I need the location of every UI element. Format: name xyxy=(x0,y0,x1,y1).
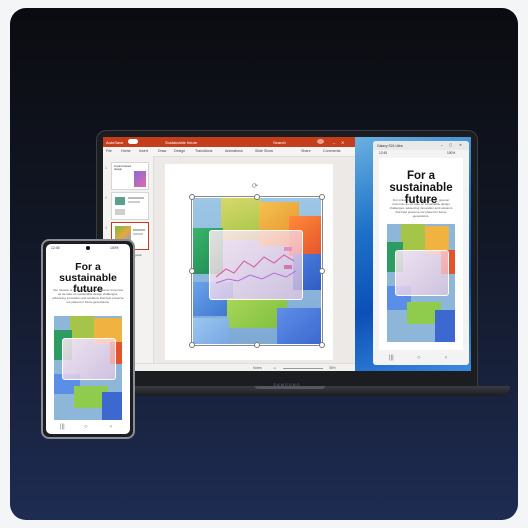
slide-number: 3 xyxy=(105,226,107,230)
artwork-block xyxy=(435,310,455,342)
resize-handle[interactable] xyxy=(189,342,195,348)
close-icon[interactable]: ✕ xyxy=(341,140,344,145)
slide-canvas[interactable]: ⟳ xyxy=(165,164,333,360)
tab-animations[interactable]: Animations xyxy=(225,149,243,153)
autosave-label: AutoSave xyxy=(106,140,124,145)
slide-thumbnail-2[interactable] xyxy=(111,192,149,220)
laptop: AutoSave Sustainable future Search – ✕ F… xyxy=(96,130,478,390)
tab-insert[interactable]: Insert xyxy=(139,149,148,153)
laptop-notch xyxy=(255,386,325,389)
slide-number: 1 xyxy=(105,166,107,170)
zoom-level[interactable]: 58% xyxy=(329,366,336,370)
rotate-icon[interactable]: ⟳ xyxy=(252,182,258,190)
tab-slide-show[interactable]: Slide Show xyxy=(255,149,273,153)
powerpoint-window: AutoSave Sustainable future Search – ✕ F… xyxy=(103,137,355,371)
phone-body-text: Our mission is to create a cleaner, gree… xyxy=(52,288,124,304)
notes-button[interactable]: Notes xyxy=(253,366,262,370)
home-icon[interactable]: ○ xyxy=(417,355,421,361)
tab-design[interactable]: Design xyxy=(174,149,185,153)
thumbnail-image xyxy=(115,197,125,205)
normal-view-icon[interactable]: ▭ xyxy=(273,366,276,370)
mirror-status-bar: 12:45 100% xyxy=(373,150,469,156)
artwork-block xyxy=(70,316,94,340)
minimize-icon[interactable]: – xyxy=(441,143,443,147)
thumbnail-title: Impact-based design xyxy=(114,164,131,172)
laptop-screen: AutoSave Sustainable future Search – ✕ F… xyxy=(103,137,471,371)
maximize-icon[interactable]: ▢ xyxy=(449,143,452,147)
zoom-slider[interactable] xyxy=(283,368,323,369)
laptop-base xyxy=(70,386,510,396)
autosave-toggle[interactable] xyxy=(128,139,138,144)
tab-home[interactable]: Home xyxy=(121,149,131,153)
recents-icon[interactable]: ||| xyxy=(60,424,65,430)
hero-card: AutoSave Sustainable future Search – ✕ F… xyxy=(10,8,518,520)
mirror-artwork-image xyxy=(387,224,455,342)
home-icon[interactable]: ○ xyxy=(84,424,88,430)
phone: 12:45 100% For a sustainable future Our … xyxy=(41,239,135,439)
battery-level: 100% xyxy=(447,151,456,155)
status-time: 12:45 xyxy=(379,151,387,155)
mirror-body-text: Our mission is to create a cleaner, gree… xyxy=(389,198,453,218)
mirror-nav-bar: ||| ○ ‹ xyxy=(373,353,469,365)
battery-level: 100% xyxy=(110,246,119,250)
tab-draw[interactable]: Draw xyxy=(158,149,166,153)
artwork-block xyxy=(102,392,122,420)
front-camera xyxy=(86,246,90,250)
file-name: Sustainable future xyxy=(165,140,198,145)
resize-handle[interactable] xyxy=(319,268,325,274)
comments-button[interactable]: Comments xyxy=(323,149,340,153)
resize-handle[interactable] xyxy=(189,194,195,200)
minimize-icon[interactable]: – xyxy=(333,140,335,145)
artwork-glass-panel xyxy=(395,250,449,296)
thumbnail-line xyxy=(128,201,140,203)
share-button[interactable]: Share xyxy=(301,149,311,153)
desktop-wallpaper: Galaxy S24 Ultra – ▢ ✕ 12:45 100% For a … xyxy=(355,137,471,371)
artwork-glass-panel xyxy=(62,338,116,380)
resize-handle[interactable] xyxy=(189,268,195,274)
mirror-page: For a sustainable future Our mission is … xyxy=(379,158,463,350)
thumbnail-line xyxy=(133,229,145,231)
resize-handle[interactable] xyxy=(254,194,260,200)
slide-number: 2 xyxy=(105,196,107,200)
phone-nav-bar: ||| ○ ‹ xyxy=(46,422,130,434)
resize-handle[interactable] xyxy=(319,342,325,348)
recents-icon[interactable]: ||| xyxy=(389,355,394,361)
thumbnail-image xyxy=(115,209,125,215)
selection-box xyxy=(191,196,323,346)
mirror-titlebar: Galaxy S24 Ultra – ▢ ✕ xyxy=(373,141,469,150)
tab-file[interactable]: File xyxy=(106,149,112,153)
resize-handle[interactable] xyxy=(319,194,325,200)
phone-mirror-window[interactable]: Galaxy S24 Ultra – ▢ ✕ 12:45 100% For a … xyxy=(373,141,469,365)
phone-screen: 12:45 100% For a sustainable future Our … xyxy=(46,244,130,434)
search-label[interactable]: Search xyxy=(273,140,286,145)
status-time: 12:45 xyxy=(51,246,60,250)
slide-thumbnail-1[interactable]: Impact-based design xyxy=(111,162,149,190)
thumbnail-line xyxy=(133,233,143,235)
back-icon[interactable]: ‹ xyxy=(445,355,447,361)
phone-status-bar: 12:45 100% xyxy=(46,244,130,252)
artwork-block xyxy=(401,224,425,250)
avatar[interactable] xyxy=(317,139,324,144)
ppt-titlebar: AutoSave Sustainable future Search – ✕ xyxy=(103,137,355,147)
back-icon[interactable]: ‹ xyxy=(110,424,112,430)
thumbnail-line xyxy=(128,197,144,199)
tab-transitions[interactable]: Transitions xyxy=(195,149,212,153)
thumbnail-image xyxy=(134,171,146,187)
ppt-statusbar: Slide 3 of 3 Notes ▭ 58% xyxy=(103,363,355,371)
resize-handle[interactable] xyxy=(254,342,260,348)
close-icon[interactable]: ✕ xyxy=(459,143,462,147)
phone-artwork-image xyxy=(54,316,122,420)
mirror-window-title: Galaxy S24 Ultra xyxy=(377,144,403,148)
